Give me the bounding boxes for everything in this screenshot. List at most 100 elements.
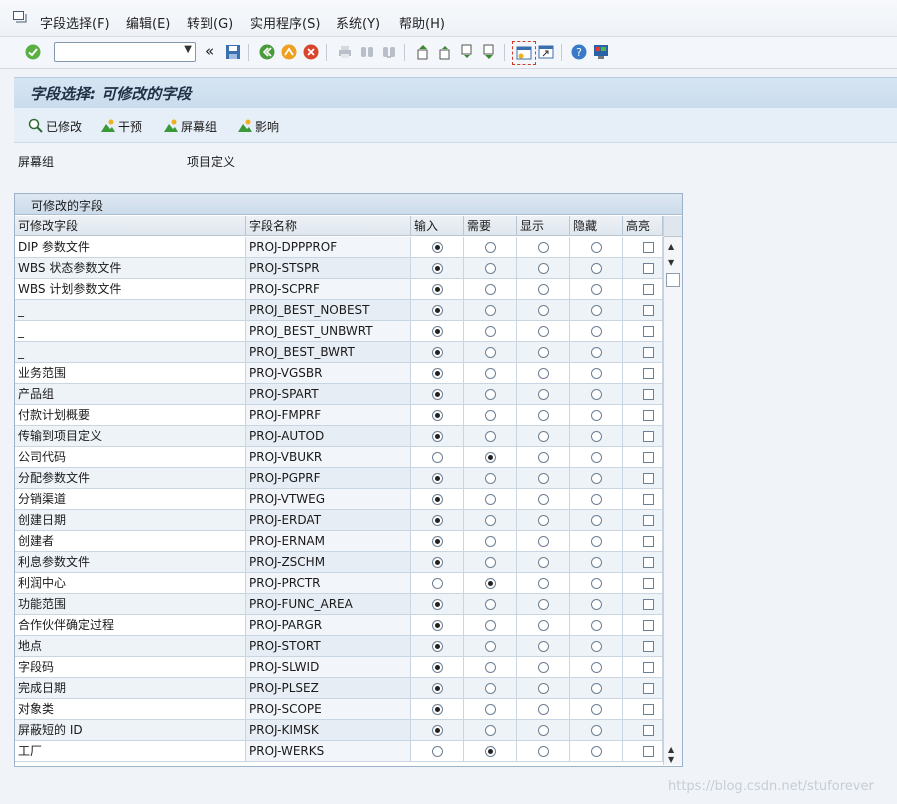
radio-hide[interactable] [591, 725, 602, 736]
radio-required[interactable] [485, 557, 496, 568]
checkbox-highlight[interactable] [643, 641, 654, 652]
radio-required[interactable] [485, 473, 496, 484]
radio-display[interactable] [538, 242, 549, 253]
checkbox-highlight[interactable] [643, 410, 654, 421]
radio-hide[interactable] [591, 410, 602, 421]
find-next-icon[interactable] [380, 43, 398, 61]
checkbox-highlight[interactable] [643, 326, 654, 337]
table-row[interactable]: 创建日期 PROJ-ERDAT [15, 510, 663, 531]
radio-input[interactable] [432, 452, 443, 463]
radio-hide[interactable] [591, 431, 602, 442]
radio-display[interactable] [538, 683, 549, 694]
radio-input[interactable] [432, 242, 443, 253]
radio-display[interactable] [538, 725, 549, 736]
radio-required[interactable] [485, 242, 496, 253]
checkbox-highlight[interactable] [643, 242, 654, 253]
radio-input[interactable] [432, 284, 443, 295]
radio-required[interactable] [485, 410, 496, 421]
checkbox-highlight[interactable] [643, 368, 654, 379]
radio-hide[interactable] [591, 704, 602, 715]
checkbox-highlight[interactable] [643, 557, 654, 568]
table-row[interactable]: 字段码 PROJ-SLWID [15, 657, 663, 678]
radio-required[interactable] [485, 746, 496, 757]
radio-hide[interactable] [591, 242, 602, 253]
radio-required[interactable] [485, 536, 496, 547]
checkbox-highlight[interactable] [643, 620, 654, 631]
radio-hide[interactable] [591, 452, 602, 463]
exit-icon[interactable] [280, 43, 298, 61]
radio-hide[interactable] [591, 578, 602, 589]
radio-display[interactable] [538, 515, 549, 526]
radio-required[interactable] [485, 578, 496, 589]
radio-required[interactable] [485, 662, 496, 673]
table-row[interactable]: DIP 参数文件 PROJ-DPPPROF [15, 237, 663, 258]
radio-hide[interactable] [591, 662, 602, 673]
help-icon[interactable]: ? [570, 43, 588, 61]
scroll-down-icon[interactable]: ▼ [668, 258, 674, 267]
table-row[interactable]: _ PROJ_BEST_UNBWRT [15, 321, 663, 342]
col-header-desc[interactable]: 可修改字段 [15, 216, 246, 236]
menu-window-icon[interactable] [13, 11, 27, 23]
table-row[interactable]: 合作伙伴确定过程 PROJ-PARGR [15, 615, 663, 636]
radio-required[interactable] [485, 305, 496, 316]
radio-input[interactable] [432, 305, 443, 316]
radio-input[interactable] [432, 494, 443, 505]
radio-hide[interactable] [591, 368, 602, 379]
checkbox-highlight[interactable] [643, 662, 654, 673]
table-row[interactable]: 产品组 PROJ-SPART [15, 384, 663, 405]
vertical-scrollbar[interactable]: ▲ ▼ ▲ ▼ [663, 216, 682, 765]
radio-hide[interactable] [591, 305, 602, 316]
radio-required[interactable] [485, 725, 496, 736]
last-page-icon[interactable] [480, 43, 498, 61]
radio-display[interactable] [538, 305, 549, 316]
table-row[interactable]: 利润中心 PROJ-PRCTR [15, 573, 663, 594]
radio-display[interactable] [538, 704, 549, 715]
radio-required[interactable] [485, 641, 496, 652]
checkbox-highlight[interactable] [643, 515, 654, 526]
enter-icon[interactable] [24, 43, 42, 61]
radio-display[interactable] [538, 662, 549, 673]
checkbox-highlight[interactable] [643, 452, 654, 463]
menu-utilities[interactable]: 实用程序(S) [250, 13, 320, 32]
radio-hide[interactable] [591, 473, 602, 484]
scroll-thumb[interactable] [666, 273, 680, 287]
checkbox-highlight[interactable] [643, 578, 654, 589]
radio-input[interactable] [432, 683, 443, 694]
radio-input[interactable] [432, 599, 443, 610]
first-page-icon[interactable] [414, 43, 432, 61]
table-row[interactable]: 分销渠道 PROJ-VTWEG [15, 489, 663, 510]
shortcut-icon[interactable] [537, 43, 555, 61]
table-row[interactable]: 业务范围 PROJ-VGSBR [15, 363, 663, 384]
table-row[interactable]: _ PROJ_BEST_BWRT [15, 342, 663, 363]
table-row[interactable]: 地点 PROJ-STORT [15, 636, 663, 657]
menu-goto[interactable]: 转到(G) [187, 13, 233, 32]
table-row[interactable]: WBS 状态参数文件 PROJ-STSPR [15, 258, 663, 279]
find-icon[interactable] [358, 43, 376, 61]
radio-display[interactable] [538, 620, 549, 631]
radio-display[interactable] [538, 557, 549, 568]
menu-field-selection[interactable]: 字段选择(F) [40, 13, 110, 32]
radio-required[interactable] [485, 326, 496, 337]
table-row[interactable]: 完成日期 PROJ-PLSEZ [15, 678, 663, 699]
radio-input[interactable] [432, 431, 443, 442]
checkbox-highlight[interactable] [643, 746, 654, 757]
col-header-input[interactable]: 输入 [411, 216, 464, 236]
checkbox-highlight[interactable] [643, 599, 654, 610]
scroll-down-bottom-icon[interactable]: ▼ [668, 755, 674, 764]
radio-required[interactable] [485, 263, 496, 274]
radio-hide[interactable] [591, 284, 602, 295]
radio-hide[interactable] [591, 620, 602, 631]
radio-input[interactable] [432, 557, 443, 568]
radio-input[interactable] [432, 746, 443, 757]
radio-display[interactable] [538, 431, 549, 442]
radio-input[interactable] [432, 473, 443, 484]
table-row[interactable]: 传输到项目定义 PROJ-AUTOD [15, 426, 663, 447]
col-header-name[interactable]: 字段名称 [246, 216, 411, 236]
radio-hide[interactable] [591, 557, 602, 568]
checkbox-highlight[interactable] [643, 473, 654, 484]
radio-hide[interactable] [591, 641, 602, 652]
menu-edit[interactable]: 编辑(E) [126, 13, 170, 32]
radio-display[interactable] [538, 494, 549, 505]
checkbox-highlight[interactable] [643, 704, 654, 715]
radio-display[interactable] [538, 284, 549, 295]
